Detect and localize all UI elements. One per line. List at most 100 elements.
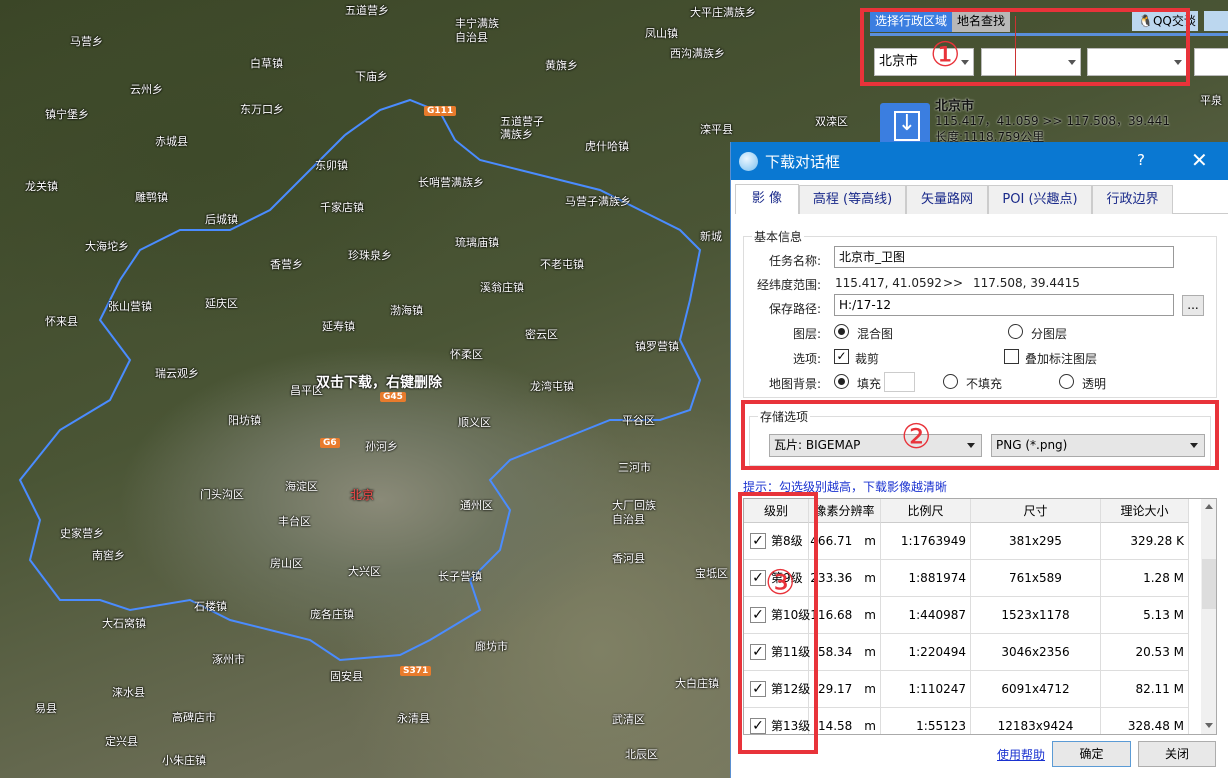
- tab-imagery[interactable]: 影 像: [735, 184, 799, 214]
- map-place-label: 涿州市: [212, 651, 245, 667]
- cell-size: 3046x2356: [971, 634, 1101, 671]
- table-scrollbar[interactable]: [1201, 499, 1217, 734]
- overlay-labels-checkbox[interactable]: [1004, 349, 1019, 364]
- map-place-label: 海淀区: [285, 478, 318, 494]
- resolution-unit: m: [864, 719, 876, 733]
- scrollbar-thumb[interactable]: [1202, 559, 1216, 609]
- tab-admin-boundary[interactable]: 行政边界: [1092, 185, 1173, 214]
- map-place-label: 孙河乡: [365, 438, 398, 454]
- map-place-label: 大白庄镇: [675, 675, 719, 691]
- map-place-label: 镇宁堡乡: [45, 106, 89, 122]
- map-place-label: 五道营乡: [345, 2, 389, 18]
- col-header-resolution[interactable]: 像素分辨率: [809, 499, 881, 523]
- road-shield: G111: [424, 106, 456, 116]
- annotation-box-1: [860, 8, 1190, 86]
- col-header-scale[interactable]: 比例尺: [881, 499, 971, 523]
- close-button[interactable]: 关闭: [1138, 741, 1216, 767]
- scroll-up-icon[interactable]: [1205, 504, 1213, 509]
- map-place-label: 不老屯镇: [540, 256, 584, 272]
- map-place-label: 大海坨乡: [85, 238, 129, 254]
- map-place-label: 固安县: [330, 668, 363, 684]
- town-dropdown[interactable]: [1194, 48, 1228, 76]
- map-place-label: 渤海镇: [390, 302, 423, 318]
- split-layer-label: 分图层: [1031, 325, 1067, 342]
- layer-label: 图层:: [731, 325, 821, 342]
- map-place-label: 镇罗营镇: [635, 338, 679, 354]
- dialog-titlebar[interactable]: 下载对话框 ? ✕: [731, 142, 1228, 180]
- crop-checkbox[interactable]: ✓: [834, 349, 849, 364]
- help-link[interactable]: 使用帮助: [997, 746, 1045, 763]
- map-place-label: 长哨营满族乡: [418, 174, 484, 190]
- map-place-label: 西沟满族乡: [670, 45, 725, 61]
- map-place-label: 小朱庄镇: [162, 752, 206, 768]
- map-place-label: 易县: [35, 700, 57, 716]
- cell-scale: 1:1763949: [881, 523, 971, 560]
- cell-size: 761x589: [971, 560, 1101, 597]
- tab-poi[interactable]: POI (兴趣点): [988, 185, 1092, 214]
- map-place-label: 千家店镇: [320, 199, 364, 215]
- col-header-filesize[interactable]: 理论大小: [1101, 499, 1189, 523]
- map-place-label: 大兴区: [348, 563, 381, 579]
- map-place-label: 房山区: [270, 555, 303, 571]
- resolution-unit: m: [864, 571, 876, 585]
- scroll-down-icon[interactable]: [1205, 723, 1213, 728]
- map-place-label: 琉璃庙镇: [455, 234, 499, 250]
- map-place-label: 马营子满族乡: [565, 193, 631, 209]
- cell-scale: 1:440987: [881, 597, 971, 634]
- resolution-value: 58.34: [818, 645, 852, 659]
- cell-filesize: 20.53 M: [1101, 634, 1189, 671]
- map-place-label: 张山营镇: [108, 298, 152, 314]
- save-path-input[interactable]: H:/17-12: [834, 294, 1174, 316]
- browse-button[interactable]: ...: [1182, 295, 1204, 316]
- radio-transparent[interactable]: [1059, 374, 1074, 389]
- cell-size: 1523x1178: [971, 597, 1101, 634]
- cell-scale: 1:55123: [881, 708, 971, 735]
- tab-road-network[interactable]: 矢量路网: [906, 185, 988, 214]
- tab-elevation[interactable]: 高程 (等高线): [799, 185, 906, 214]
- task-name-input[interactable]: 北京市_卫图: [834, 246, 1174, 268]
- radio-no-fill[interactable]: [943, 374, 958, 389]
- annotation-number-1: ①: [930, 38, 960, 72]
- range-from: 115.417, 41.0592: [835, 276, 942, 290]
- map-place-label: 下庙乡: [355, 68, 388, 84]
- map-place-label: 北辰区: [625, 746, 658, 762]
- transparent-label: 透明: [1082, 375, 1106, 392]
- options-label: 选项:: [731, 350, 821, 367]
- map-place-label: 满族乡: [500, 126, 533, 142]
- map-place-label: 龙关镇: [25, 178, 58, 194]
- cell-size: 6091x4712: [971, 671, 1101, 708]
- map-place-label: 龙湾屯镇: [530, 378, 574, 394]
- radio-mixed-layer[interactable]: [834, 324, 849, 339]
- ok-button[interactable]: 确定: [1052, 741, 1131, 767]
- map-place-label: 自治县: [612, 511, 645, 527]
- help-icon[interactable]: ?: [1137, 151, 1145, 169]
- cell-res: 29.17m: [809, 671, 881, 708]
- annotation-number-3: ③: [765, 566, 795, 600]
- cell-res: 58.34m: [809, 634, 881, 671]
- fill-color-swatch[interactable]: [884, 372, 915, 392]
- map-place-label: 香营乡: [270, 256, 303, 272]
- map-place-label: 大石窝镇: [102, 615, 146, 631]
- map-place-label: 定兴县: [105, 733, 138, 749]
- map-place-label: 东万口乡: [240, 101, 284, 117]
- radio-fill[interactable]: [834, 374, 849, 389]
- annotation-box-2: [741, 400, 1219, 470]
- radio-split-layer[interactable]: [1008, 324, 1023, 339]
- map-place-label: 通州区: [460, 497, 493, 513]
- download-dialog: 下载对话框 ? ✕ 影 像 高程 (等高线) 矢量路网 POI (兴趣点) 行政…: [730, 142, 1228, 778]
- map-place-label: 赤城县: [155, 133, 188, 149]
- range-to: 117.508, 39.4415: [973, 276, 1080, 290]
- cell-filesize: 1.28 M: [1101, 560, 1189, 597]
- resolution-unit: m: [864, 608, 876, 622]
- close-icon[interactable]: ✕: [1191, 148, 1208, 172]
- cell-filesize: 5.13 M: [1101, 597, 1189, 634]
- map-place-label: 延寿镇: [322, 318, 355, 334]
- range-separator: >>: [943, 276, 963, 290]
- map-place-label: 永清县: [397, 710, 430, 726]
- group-title: 基本信息: [752, 228, 804, 245]
- map-place-label: 滦平县: [700, 121, 733, 137]
- globe-button[interactable]: [1204, 11, 1228, 31]
- road-shield: S371: [400, 666, 431, 676]
- map-place-label: 溪翁庄镇: [480, 279, 524, 295]
- col-header-size[interactable]: 尺寸: [971, 499, 1101, 523]
